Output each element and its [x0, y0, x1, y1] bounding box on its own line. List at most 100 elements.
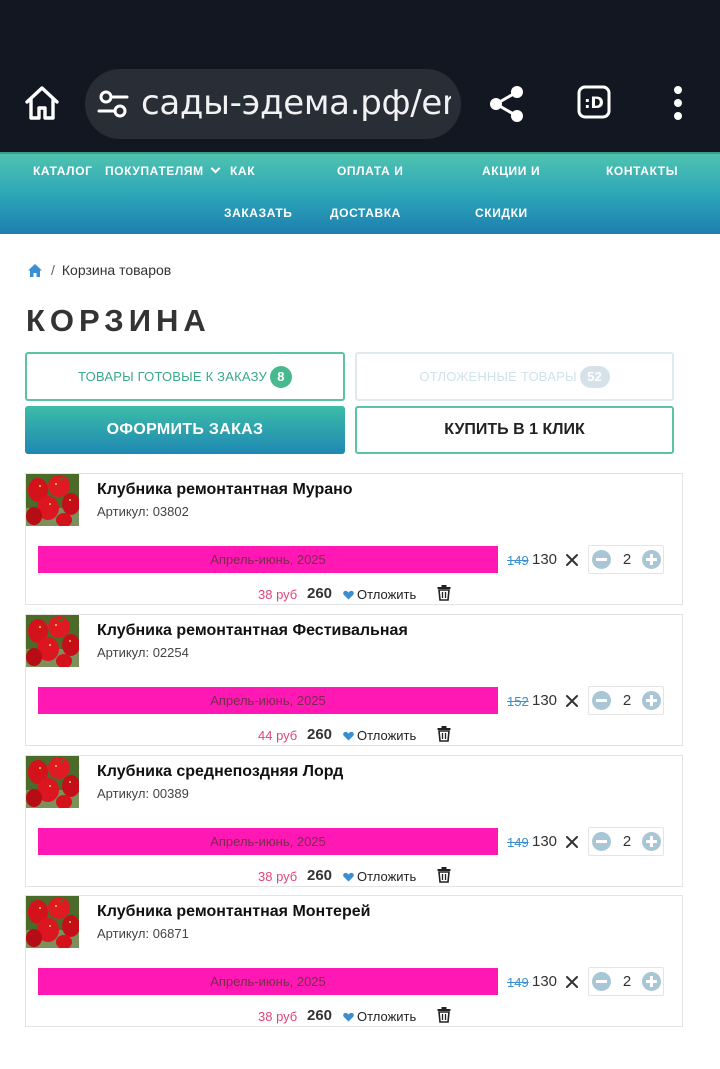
quantity-value[interactable]: 2 — [614, 833, 640, 850]
defer-button[interactable]: Отложить — [343, 728, 416, 743]
tab-deferred[interactable]: ОТЛОЖЕННЫЕ ТОВАРЫ 52 — [355, 352, 674, 401]
defer-button[interactable]: Отложить — [343, 587, 416, 602]
product-sku: Артикул: 02254 — [97, 645, 189, 660]
one-click-buy-button[interactable]: КУПИТЬ В 1 КЛИК — [355, 406, 674, 454]
plus-icon[interactable] — [642, 550, 661, 569]
nav-how-to-order-line2[interactable]: ЗАКАЗАТЬ — [224, 206, 293, 220]
url-text[interactable]: сады-эдема.рф/er — [141, 83, 451, 123]
old-price: 149 — [507, 553, 529, 568]
chevron-down-icon — [210, 163, 221, 174]
strawberry-image — [26, 896, 79, 948]
breadcrumb-current: Корзина товаров — [61, 262, 172, 278]
quantity-value[interactable]: 2 — [614, 551, 640, 568]
tab-ready-label: ТОВАРЫ ГОТОВЫЕ К ЗАКАЗУ — [78, 369, 267, 384]
browser-toolbar: сады-эдема.рф/er :D — [0, 52, 720, 152]
item-total: 260 — [307, 867, 333, 884]
trash-icon[interactable] — [437, 585, 451, 601]
share-icon[interactable] — [489, 85, 525, 123]
close-icon[interactable] — [565, 975, 579, 989]
heart-icon — [343, 1012, 354, 1022]
nav-how-to-order-line1[interactable]: КАК — [230, 164, 255, 178]
nav-customers-label: ПОКУПАТЕЛЯМ — [105, 164, 204, 178]
strawberry-image — [26, 756, 79, 808]
defer-label: Отложить — [357, 1009, 417, 1024]
close-icon[interactable] — [565, 694, 579, 708]
quantity-value[interactable]: 2 — [614, 692, 640, 709]
nav-promo-line1[interactable]: АКЦИИ И — [482, 164, 540, 178]
nav-payment-line1[interactable]: ОПЛАТА И — [337, 164, 403, 178]
defer-label: Отложить — [357, 728, 417, 743]
product-sku: Артикул: 06871 — [97, 926, 189, 941]
tab-deferred-label: ОТЛОЖЕННЫЕ ТОВАРЫ — [419, 369, 577, 384]
home-icon[interactable] — [22, 83, 62, 123]
saving-amount: 44 руб — [258, 728, 298, 743]
plus-icon[interactable] — [642, 691, 661, 710]
cart-item: Клубника ремонтантная Монтерей Артикул: … — [25, 895, 683, 1027]
close-icon[interactable] — [565, 553, 579, 567]
saving-amount: 38 руб — [258, 1009, 298, 1024]
tab-ready[interactable]: ТОВАРЫ ГОТОВЫЕ К ЗАКАЗУ 8 — [25, 352, 345, 401]
plus-icon[interactable] — [642, 972, 661, 991]
product-thumbnail[interactable] — [26, 896, 79, 948]
shipping-period: Апрель-июнь, 2025 — [38, 828, 498, 855]
shipping-period: Апрель-июнь, 2025 — [38, 687, 498, 714]
nav-promo-line2[interactable]: СКИДКИ — [475, 206, 528, 220]
strawberry-image — [26, 474, 79, 526]
nav-payment-line2[interactable]: ДОСТАВКА — [330, 206, 401, 220]
status-bar — [0, 0, 720, 52]
quantity-stepper: 2 — [588, 686, 664, 715]
quantity-stepper: 2 — [588, 827, 664, 856]
defer-button[interactable]: Отложить — [343, 1009, 416, 1024]
address-bar[interactable]: сады-эдема.рф/er — [85, 69, 461, 139]
product-thumbnail[interactable] — [26, 474, 79, 526]
heart-icon — [343, 872, 354, 882]
old-price: 149 — [507, 835, 529, 850]
nav-catalog[interactable]: КАТАЛОГ — [33, 164, 93, 178]
minus-icon[interactable] — [592, 691, 611, 710]
heart-icon — [343, 731, 354, 741]
close-icon[interactable] — [565, 835, 579, 849]
minus-icon[interactable] — [592, 550, 611, 569]
strawberry-image — [26, 615, 79, 667]
nav-customers[interactable]: ПОКУПАТЕЛЯМ — [105, 163, 221, 178]
quantity-value[interactable]: 2 — [614, 973, 640, 990]
checkout-button[interactable]: ОФОРМИТЬ ЗАКАЗ — [25, 406, 345, 454]
minus-icon[interactable] — [592, 832, 611, 851]
trash-icon[interactable] — [437, 867, 451, 883]
product-name[interactable]: Клубника ремонтантная Фестивальная — [97, 622, 408, 640]
price: 130 — [532, 551, 558, 568]
product-thumbnail[interactable] — [26, 615, 79, 667]
item-total: 260 — [307, 585, 333, 602]
item-total: 260 — [307, 1007, 333, 1024]
trash-icon[interactable] — [437, 1007, 451, 1023]
product-thumbnail[interactable] — [26, 756, 79, 808]
page-title: КОРЗИНА — [26, 303, 211, 338]
nav-contacts[interactable]: КОНТАКТЫ — [606, 164, 678, 178]
extension-icon[interactable]: :D — [577, 85, 611, 119]
plus-icon[interactable] — [642, 832, 661, 851]
svg-text::D: :D — [584, 93, 604, 112]
tab-ready-count: 8 — [269, 365, 292, 388]
product-name[interactable]: Клубника ремонтантная Мурано — [97, 481, 353, 499]
defer-label: Отложить — [357, 587, 417, 602]
more-vert-icon[interactable] — [670, 85, 686, 121]
shipping-period: Апрель-июнь, 2025 — [38, 546, 498, 573]
home-icon[interactable] — [28, 263, 42, 277]
trash-icon[interactable] — [437, 726, 451, 742]
tab-deferred-count: 52 — [579, 365, 610, 388]
heart-icon — [343, 590, 354, 600]
minus-icon[interactable] — [592, 972, 611, 991]
tune-icon[interactable] — [97, 89, 129, 119]
price: 130 — [532, 973, 558, 990]
quantity-stepper: 2 — [588, 545, 664, 574]
defer-label: Отложить — [357, 869, 417, 884]
product-name[interactable]: Клубника среднепоздняя Лорд — [97, 763, 343, 781]
product-name[interactable]: Клубника ремонтантная Монтерей — [97, 903, 370, 921]
cart-item: Клубника ремонтантная Фестивальная Артик… — [25, 614, 683, 746]
old-price: 152 — [507, 694, 529, 709]
product-sku: Артикул: 00389 — [97, 786, 189, 801]
site-nav: КАТАЛОГ ПОКУПАТЕЛЯМ КАК ОПЛАТА И АКЦИИ И… — [0, 152, 720, 234]
defer-button[interactable]: Отложить — [343, 869, 416, 884]
breadcrumb: / Корзина товаров — [28, 262, 171, 278]
item-total: 260 — [307, 726, 333, 743]
